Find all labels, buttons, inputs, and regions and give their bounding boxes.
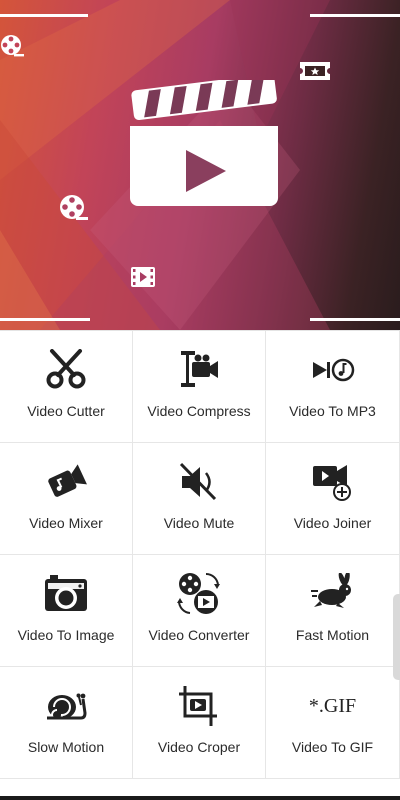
rabbit-icon — [310, 571, 356, 617]
film-reel-icon — [1, 35, 24, 57]
corner-line-top-left — [0, 14, 88, 17]
tool-video-mixer[interactable]: Video Mixer — [0, 443, 133, 555]
tool-slow-motion[interactable]: Slow Motion — [0, 667, 133, 779]
tool-video-cutter[interactable]: Video Cutter — [0, 331, 133, 443]
film-reel-icon — [60, 195, 88, 220]
mute-speaker-icon — [176, 459, 222, 505]
tool-video-converter[interactable]: Video Converter — [133, 555, 266, 667]
tool-label: Video Cutter — [27, 403, 105, 419]
tool-label: Video Compress — [147, 403, 251, 419]
tool-label: Video Mute — [163, 515, 235, 531]
ticket-icon — [300, 62, 330, 80]
tool-video-to-mp3[interactable]: Video To MP3 — [266, 331, 400, 443]
convert-reels-icon — [176, 571, 222, 617]
tool-video-croper[interactable]: Video Croper — [133, 667, 266, 779]
corner-line-bottom-left — [0, 318, 90, 321]
tool-video-to-image[interactable]: Video To Image — [0, 555, 133, 667]
tool-label: Video Converter — [148, 627, 250, 643]
tool-label: Fast Motion — [295, 627, 370, 643]
header-banner — [0, 0, 400, 330]
tool-label: Video To GIF — [291, 739, 374, 755]
photo-camera-icon — [43, 571, 89, 617]
tool-label: Video Mixer — [29, 515, 103, 531]
tool-label: Video Croper — [157, 739, 241, 755]
snail-icon — [43, 683, 89, 729]
scissors-icon — [43, 347, 89, 393]
tool-video-compress[interactable]: Video Compress — [133, 331, 266, 443]
film-strip-icon — [131, 267, 155, 287]
mixer-camera-icon — [43, 459, 89, 505]
tool-label: Video Joiner — [293, 515, 372, 531]
tool-label: Video To Image — [17, 627, 115, 643]
app-logo-clapperboard-icon — [130, 80, 278, 206]
crop-play-icon — [176, 683, 222, 729]
edge-panel-handle[interactable] — [393, 594, 400, 680]
gif-text-icon: *.GIF — [308, 683, 357, 729]
bottom-edge — [0, 796, 400, 800]
corner-line-bottom-right — [310, 318, 400, 321]
tools-grid: Video Cutter Video Compress Video To MP3… — [0, 330, 400, 800]
tool-label: Video To MP3 — [289, 403, 376, 419]
corner-line-top-right — [310, 14, 400, 17]
tool-video-joiner[interactable]: Video Joiner — [266, 443, 400, 555]
tool-video-mute[interactable]: Video Mute — [133, 443, 266, 555]
tool-label: Slow Motion — [27, 739, 105, 755]
play-music-icon — [310, 347, 356, 393]
gif-icon-text: *.GIF — [308, 694, 357, 717]
compress-camera-icon — [176, 347, 222, 393]
tool-fast-motion[interactable]: Fast Motion — [266, 555, 400, 667]
tool-video-to-gif[interactable]: *.GIF Video To GIF — [266, 667, 400, 779]
camera-plus-icon — [310, 459, 356, 505]
